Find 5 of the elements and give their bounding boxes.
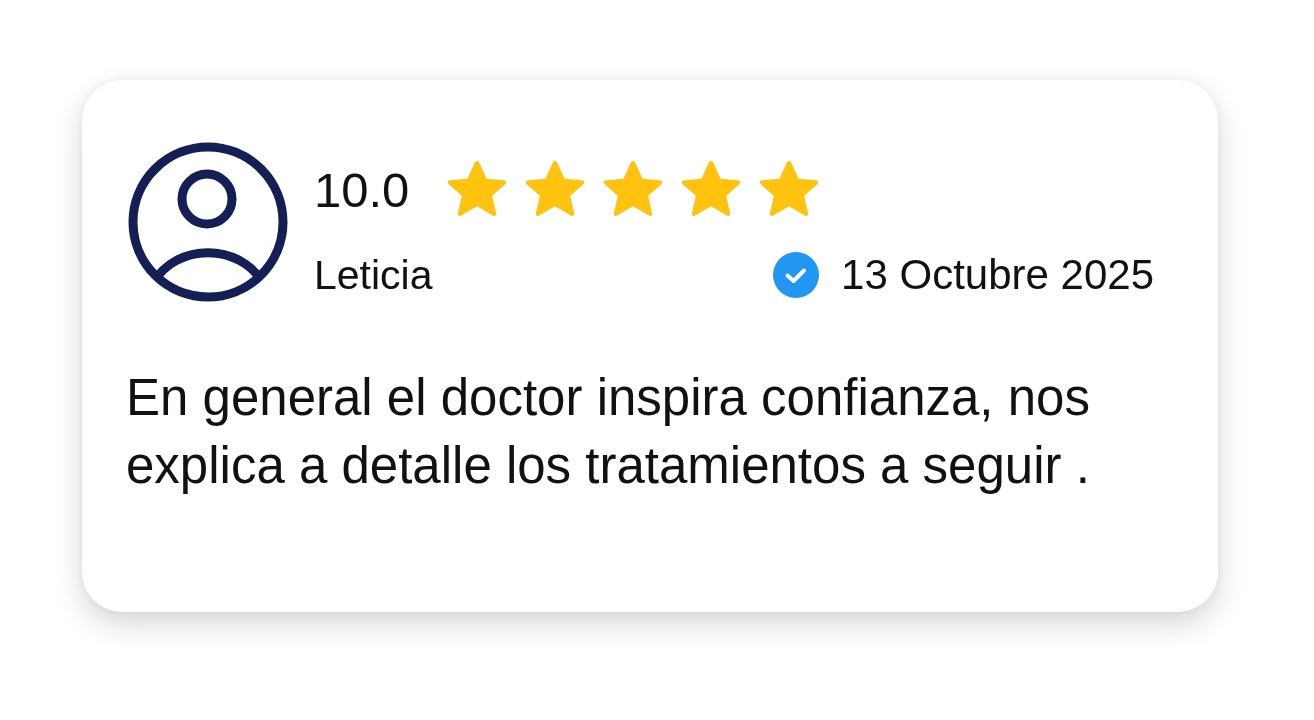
rating-score: 10.0	[314, 161, 410, 219]
user-avatar-icon	[128, 142, 288, 302]
review-date: 13 Octubre 2025	[841, 250, 1154, 300]
review-text: En general el doctor inspira confianza, nos explica a detalle los tratamientos a seguir .	[126, 368, 1091, 496]
reviewer-name: Leticia	[314, 251, 433, 300]
